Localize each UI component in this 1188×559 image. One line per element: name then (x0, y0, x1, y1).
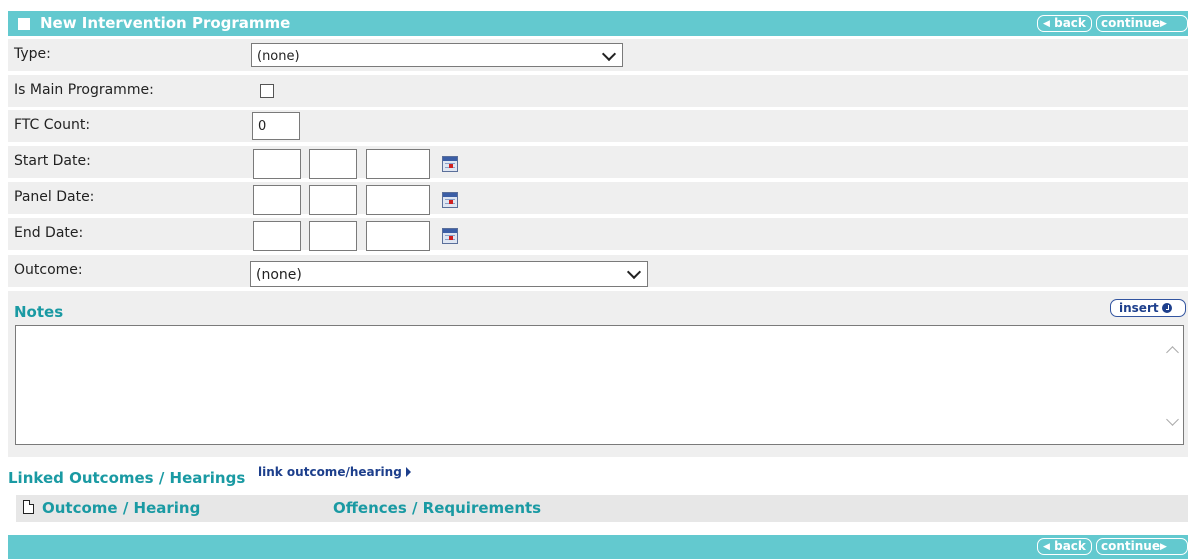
clock-icon (1161, 303, 1172, 313)
type-label: Type: (14, 46, 51, 62)
continue-label: continue (1101, 16, 1160, 30)
footer-continue-label: continue (1101, 539, 1160, 553)
start-date-label: Start Date: (14, 153, 91, 169)
notes-textarea[interactable] (15, 325, 1184, 445)
page-header: New Intervention Programme ◀ back contin… (8, 11, 1188, 36)
linked-outcomes-heading: Linked Outcomes / Hearings (8, 469, 246, 487)
type-select-value: (none) (257, 49, 300, 64)
page-footer: ◀ back continue▶ (8, 535, 1188, 559)
scroll-down-icon[interactable] (1166, 413, 1179, 426)
insert-label: insert (1119, 301, 1159, 315)
chevron-down-icon (601, 46, 617, 62)
type-row: Type: (none) (8, 39, 1188, 71)
panel-date-month-input[interactable] (309, 185, 357, 215)
scroll-up-icon[interactable] (1166, 346, 1179, 359)
start-date-month-input[interactable] (309, 149, 357, 179)
back-button[interactable]: ◀ back (1037, 15, 1092, 32)
back-arrow-icon: ◀ (1043, 19, 1050, 29)
outcome-row: Outcome: (none) (8, 255, 1188, 287)
panel-date-row: Panel Date: (8, 182, 1188, 215)
footer-back-button[interactable]: ◀ back (1037, 538, 1092, 555)
ftc-label: FTC Count: (14, 117, 91, 133)
arrow-right-icon (405, 467, 411, 477)
continue-arrow-icon: ▶ (1159, 542, 1167, 552)
footer-back-label: back (1054, 539, 1086, 553)
start-date-year-input[interactable] (366, 149, 430, 179)
start-date-row: Start Date: (8, 146, 1188, 179)
panel-date-day-input[interactable] (253, 185, 301, 215)
footer-continue-button[interactable]: continue▶ (1096, 538, 1188, 555)
header-square-icon (18, 18, 30, 30)
link-outcome-hearing-label: link outcome/hearing (258, 465, 402, 479)
link-outcome-hearing-link[interactable]: link outcome/hearing (258, 465, 411, 479)
chevron-down-icon (626, 264, 642, 280)
insert-button[interactable]: insert (1110, 299, 1186, 317)
back-arrow-icon: ◀ (1043, 542, 1050, 552)
ftc-row: FTC Count: 0 (8, 110, 1188, 142)
is-main-label: Is Main Programme: (14, 82, 154, 98)
type-select[interactable]: (none) (251, 43, 623, 67)
end-date-month-input[interactable] (309, 221, 357, 251)
column-offences-requirements[interactable]: Offences / Requirements (333, 499, 541, 517)
end-date-day-input[interactable] (253, 221, 301, 251)
calendar-icon[interactable] (442, 156, 458, 172)
continue-button[interactable]: continue▶ (1096, 15, 1188, 32)
end-date-year-input[interactable] (366, 221, 430, 251)
document-icon (23, 500, 34, 514)
is-main-checkbox[interactable] (260, 84, 274, 98)
panel-date-label: Panel Date: (14, 189, 95, 205)
panel-date-year-input[interactable] (366, 185, 430, 215)
calendar-icon[interactable] (442, 192, 458, 208)
column-outcome-hearing[interactable]: Outcome / Hearing (42, 499, 200, 517)
outcome-select[interactable]: (none) (250, 261, 648, 287)
end-date-row: End Date: (8, 218, 1188, 251)
end-date-label: End Date: (14, 225, 84, 241)
outcome-label: Outcome: (14, 262, 83, 278)
linked-table-header: Outcome / Hearing Offences / Requirement… (16, 495, 1188, 522)
calendar-icon[interactable] (442, 228, 458, 244)
back-label: back (1054, 16, 1086, 30)
continue-arrow-icon: ▶ (1159, 19, 1167, 29)
notes-section: Notes insert (8, 291, 1188, 457)
is-main-row: Is Main Programme: (8, 75, 1188, 107)
outcome-select-value: (none) (256, 267, 302, 283)
ftc-count-input[interactable]: 0 (252, 112, 300, 140)
notes-heading: Notes (14, 303, 64, 321)
start-date-day-input[interactable] (253, 149, 301, 179)
page-title: New Intervention Programme (40, 14, 291, 32)
